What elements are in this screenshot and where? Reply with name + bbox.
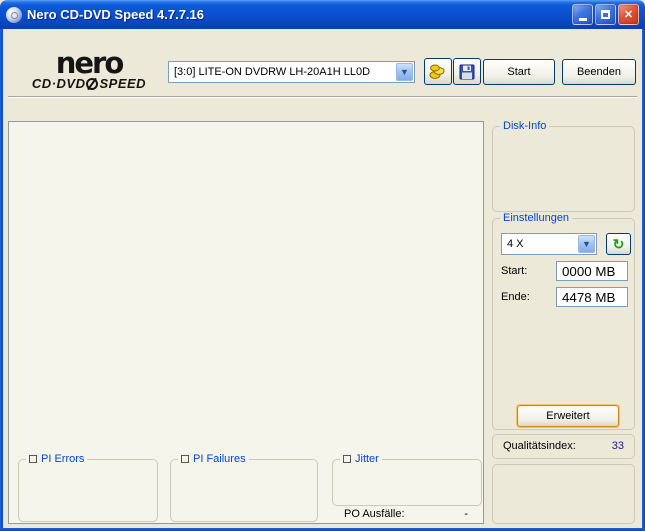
pi-errors-stats-title: PI Errors xyxy=(41,453,85,465)
maximize-icon xyxy=(601,10,610,19)
save-button[interactable] xyxy=(453,58,481,85)
speed-select-arrow[interactable]: ▼ xyxy=(578,235,595,253)
pif-x-axis xyxy=(46,437,456,450)
window-title: Nero CD-DVD Speed 4.7.7.16 xyxy=(27,7,205,22)
quality-index-value: 33 xyxy=(611,440,624,452)
title-bar: Nero CD-DVD Speed 4.7.7.16 ✕ xyxy=(0,0,645,29)
pi-errors-stats-box: PI Errors xyxy=(18,453,158,522)
drive-select-value: [3:0] LITE-ON DVDRW LH-20A1H LL0D xyxy=(174,66,371,78)
settings-box: Einstellungen 4 X ▼ ↻ Start: Ende: Erwei… xyxy=(492,212,635,430)
po-failures-value: - xyxy=(464,508,468,520)
close-icon: ✕ xyxy=(623,9,634,21)
jitter-legend-icon xyxy=(343,455,351,463)
save-icon xyxy=(459,64,475,79)
disk-info-title: Disk-Info xyxy=(500,120,550,132)
logo-disc-icon xyxy=(86,77,99,90)
pif-right-axis xyxy=(459,300,485,433)
chevron-down-icon: ▼ xyxy=(400,67,409,77)
speed-select-value: 4 X xyxy=(507,238,524,250)
pi-failures-stats-box: PI Failures xyxy=(170,453,318,522)
app-cd-icon xyxy=(6,6,22,23)
refresh-speed-button[interactable]: ↻ xyxy=(606,233,631,255)
maximize-button[interactable] xyxy=(595,4,616,25)
logo-speed-text: SPEED xyxy=(99,76,147,91)
end-field-label: Ende: xyxy=(501,291,530,303)
pi-failures-legend-icon xyxy=(181,455,189,463)
advanced-button[interactable]: Erweitert xyxy=(517,405,619,427)
quality-index-box: Qualitätsindex: 33 xyxy=(492,434,635,459)
progress-box xyxy=(492,464,635,524)
logo-cddvd-text: CD·DVD xyxy=(31,76,86,91)
coins-icon xyxy=(429,64,445,79)
speed-select[interactable]: 4 X ▼ xyxy=(501,233,597,255)
jitter-stats-box: Jitter xyxy=(332,453,482,506)
disk-info-box: Disk-Info xyxy=(492,120,635,212)
drive-select[interactable]: [3:0] LITE-ON DVDRW LH-20A1H LL0D ▼ xyxy=(168,61,415,83)
pi-errors-left-axis xyxy=(10,137,43,273)
refresh-icon: ↻ xyxy=(612,236,625,252)
chevron-down-icon: ▼ xyxy=(582,239,591,249)
minimize-button[interactable] xyxy=(572,4,593,25)
eject-disc-button[interactable] xyxy=(424,58,452,85)
nero-logo-text: nero xyxy=(55,46,125,80)
end-field[interactable] xyxy=(556,287,628,307)
po-failures-label: PO Ausfälle: xyxy=(344,508,405,520)
close-button[interactable]: ✕ xyxy=(618,4,639,25)
pi-errors-x-axis xyxy=(46,276,456,289)
start-button[interactable]: Start xyxy=(483,59,555,85)
pif-left-axis xyxy=(10,300,43,433)
po-failures-row: PO Ausfälle: - xyxy=(336,508,476,520)
drive-select-arrow[interactable]: ▼ xyxy=(396,63,413,81)
quality-index-label: Qualitätsindex: xyxy=(503,440,576,452)
nero-logo: nero CD·DVD SPEED xyxy=(14,46,164,92)
app-window: Nero CD-DVD Speed 4.7.7.16 ✕ nero CD·DVD… xyxy=(0,0,645,531)
pi-failures-stats-title: PI Failures xyxy=(193,453,246,465)
window-border-left xyxy=(0,29,3,528)
start-field[interactable] xyxy=(556,261,628,281)
jitter-stats-title: Jitter xyxy=(355,453,379,465)
pi-errors-right-axis xyxy=(459,137,485,273)
minimize-icon xyxy=(578,17,587,21)
menu-bar xyxy=(3,29,642,47)
settings-title: Einstellungen xyxy=(500,212,573,224)
toolbar-separator xyxy=(8,96,637,98)
quit-button[interactable]: Beenden xyxy=(562,59,636,85)
pi-errors-legend-icon xyxy=(29,455,37,463)
pi-failures-jitter-chart xyxy=(46,300,456,433)
pi-errors-chart xyxy=(46,137,456,273)
start-field-label: Start: xyxy=(501,265,528,277)
